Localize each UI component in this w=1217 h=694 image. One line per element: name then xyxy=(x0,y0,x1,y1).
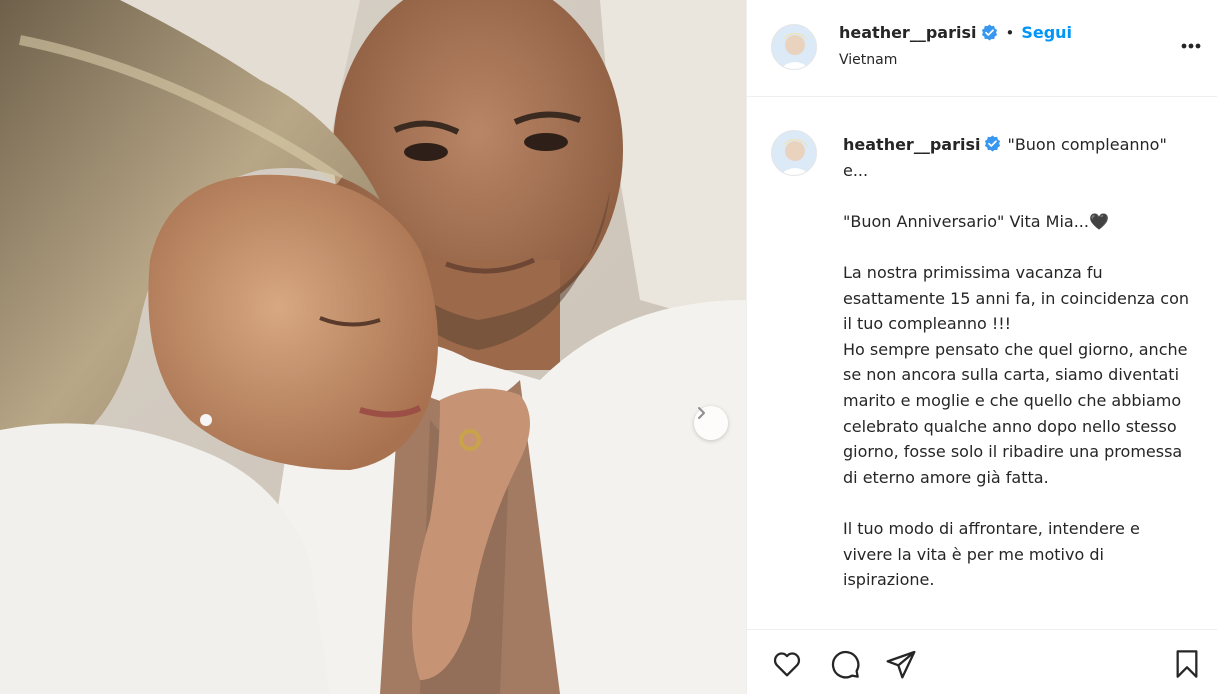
location-link[interactable]: Vietnam xyxy=(839,52,897,68)
couple-photo xyxy=(0,0,746,694)
more-options-button[interactable] xyxy=(1177,36,1207,56)
caption-avatar[interactable] xyxy=(771,130,817,176)
header-user-line: heather__parisi • Segui xyxy=(839,23,1072,42)
username-link[interactable]: heather__parisi xyxy=(839,23,976,42)
paper-plane-icon xyxy=(886,650,916,679)
caption-username[interactable]: heather__parisi xyxy=(843,135,980,154)
next-photo-button[interactable] xyxy=(694,406,728,440)
verified-badge-icon xyxy=(985,135,1001,152)
like-button[interactable] xyxy=(769,646,805,682)
action-bar xyxy=(747,629,1217,694)
heart-icon xyxy=(773,652,801,677)
more-options-icon xyxy=(1181,43,1201,49)
share-button[interactable] xyxy=(883,646,919,682)
comments-area: heather__parisi "Buon compleanno" e... "B… xyxy=(747,98,1217,628)
avatar-image xyxy=(772,25,816,69)
chevron-right-icon xyxy=(698,407,705,419)
save-button[interactable] xyxy=(1169,646,1205,682)
verified-badge-icon xyxy=(982,24,998,41)
post-caption: heather__parisi "Buon compleanno" e... "B… xyxy=(843,132,1193,593)
post-photo[interactable] xyxy=(0,0,746,694)
comment-icon xyxy=(831,650,860,679)
separator-dot: • xyxy=(1005,23,1015,42)
post-header: heather__parisi • Segui Vietnam xyxy=(747,0,1217,97)
post-side-panel: heather__parisi • Segui Vietnam heather_… xyxy=(746,0,1217,694)
comment-button[interactable] xyxy=(827,646,863,682)
follow-button[interactable]: Segui xyxy=(1021,23,1072,42)
caption-text: "Buon compleanno" e... "Buon Anniversari… xyxy=(843,135,1190,590)
avatar-image xyxy=(772,131,816,175)
bookmark-icon xyxy=(1176,650,1198,678)
avatar[interactable] xyxy=(771,24,817,70)
